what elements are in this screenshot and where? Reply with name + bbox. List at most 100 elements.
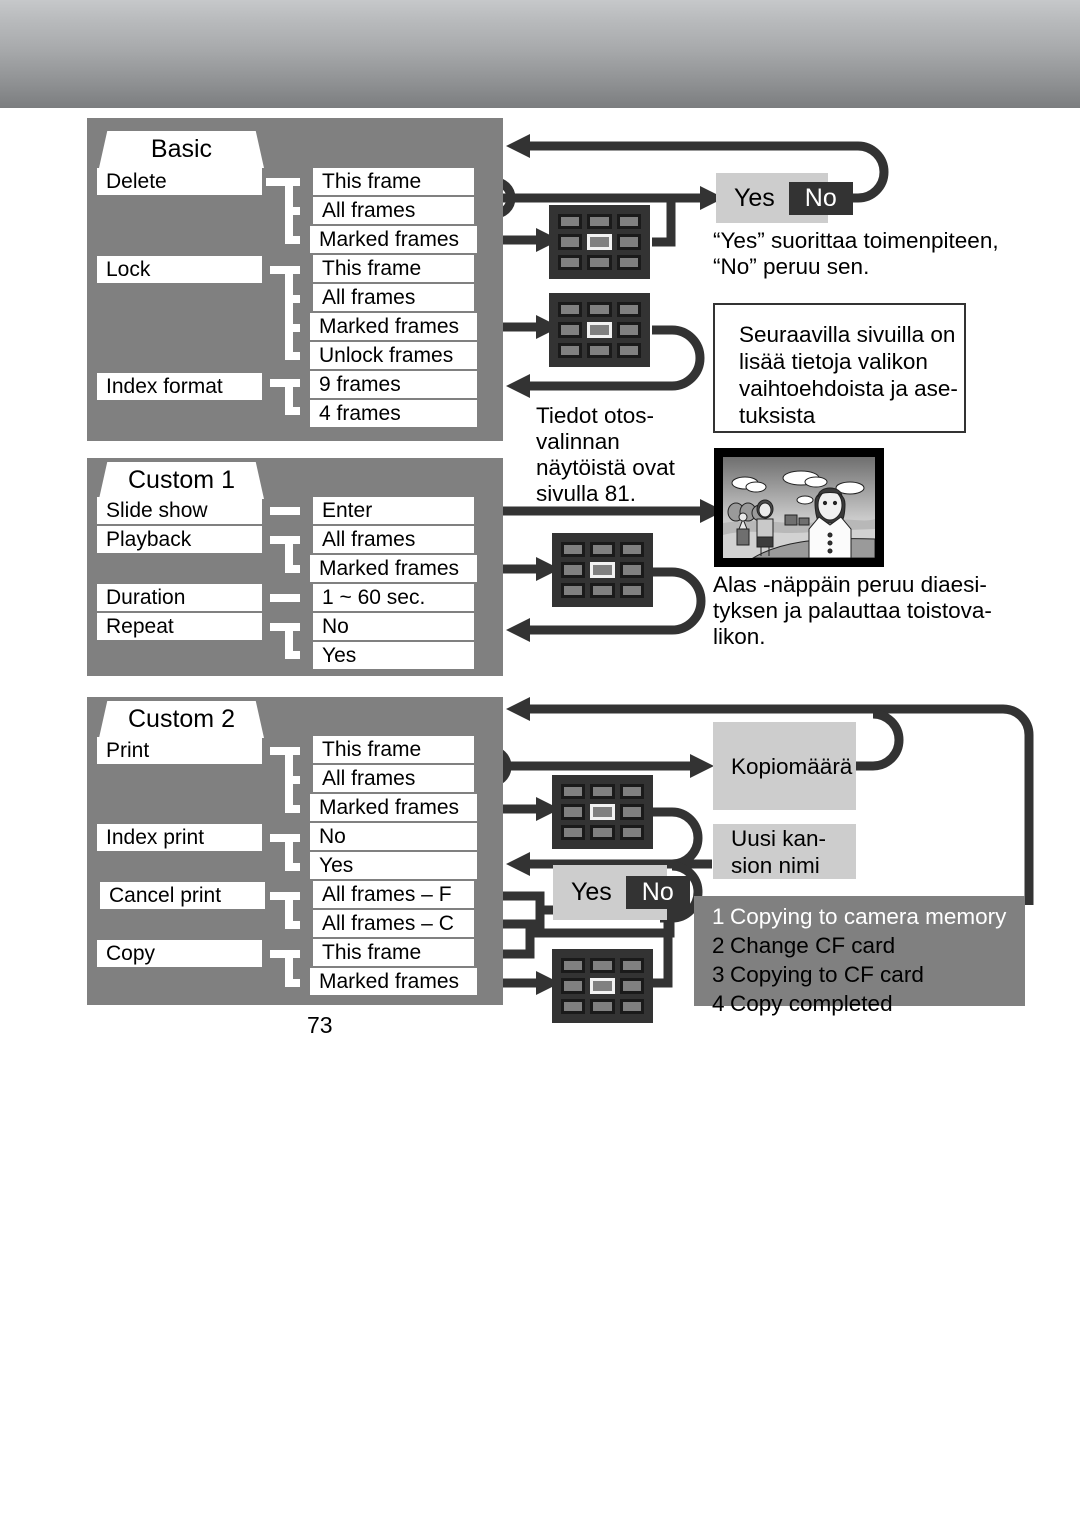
bracket-delete-mid	[285, 207, 300, 215]
option-lock-all-frames[interactable]: All frames	[313, 284, 474, 311]
grid-cell	[616, 234, 641, 250]
menu-item-delete[interactable]: Delete	[97, 168, 262, 195]
option-print-marked-frames[interactable]: Marked frames	[310, 794, 477, 821]
bracket-lock-m2	[285, 324, 300, 332]
grid-cell	[590, 582, 615, 598]
menu-item-print[interactable]: Print	[97, 737, 262, 764]
copies-field[interactable]: Kopiomäärä	[713, 722, 856, 810]
grid-cell	[561, 804, 586, 820]
grid-cell	[619, 958, 644, 974]
index-grid-icon-4	[552, 775, 653, 849]
index-grid-icon-3	[552, 533, 653, 607]
option-cancelprint-all-f[interactable]: All frames – F	[313, 881, 474, 908]
grid-cell-selected	[590, 978, 615, 994]
bracket-repeat-top	[270, 623, 300, 631]
option-index-9-frames[interactable]: 9 frames	[310, 371, 477, 398]
grid-cell	[561, 784, 586, 800]
confirm-dialog-top[interactable]: Yes No	[716, 173, 853, 223]
option-duration-range[interactable]: 1 ~ 60 sec.	[313, 584, 474, 611]
bracket-print-mid	[285, 776, 300, 784]
bracket-playback-top	[270, 536, 300, 544]
option-repeat-yes[interactable]: Yes	[313, 642, 474, 669]
copy-status-label: Copy completed	[730, 991, 893, 1016]
grid-cell	[587, 254, 612, 270]
option-lock-unlock-frames[interactable]: Unlock frames	[310, 342, 477, 369]
menu-item-duration[interactable]: Duration	[97, 584, 262, 611]
option-print-all-frames[interactable]: All frames	[313, 765, 474, 792]
grid-cell	[587, 302, 612, 318]
bracket-indexprint-bot	[285, 863, 300, 871]
copy-status-list: 1 Copying to camera memory 2 Change CF c…	[694, 896, 1025, 1016]
bracket-copy-bot	[285, 979, 300, 987]
grid-cell	[558, 342, 583, 358]
option-delete-this-frame[interactable]: This frame	[313, 168, 474, 195]
new-folder-name-field[interactable]: Uusi kan- sion nimi	[713, 824, 856, 879]
option-copy-this-frame[interactable]: This frame	[313, 939, 474, 966]
grid-cell	[619, 784, 644, 800]
copy-status-row-1: 1 Copying to camera memory	[694, 902, 1025, 931]
grid-cell-selected	[587, 234, 612, 250]
menu-item-copy[interactable]: Copy	[97, 940, 262, 967]
menu-tab-basic[interactable]: Basic	[99, 131, 264, 168]
grid-cell	[561, 562, 586, 578]
option-copy-marked-frames[interactable]: Marked frames	[310, 968, 477, 995]
grid-cell	[619, 824, 644, 840]
index-grid-icon-1	[549, 205, 650, 279]
menu-tab-custom2[interactable]: Custom 2	[99, 701, 264, 738]
menu-item-slide-show[interactable]: Slide show	[97, 497, 262, 524]
option-playback-marked-frames[interactable]: Marked frames	[310, 555, 477, 582]
bracket-delete-left-stub	[266, 178, 274, 186]
option-indexprint-yes[interactable]: Yes	[310, 852, 477, 879]
menu-item-index-print[interactable]: Index print	[97, 824, 262, 851]
option-slideshow-enter[interactable]: Enter	[313, 497, 474, 524]
grid-cell	[558, 302, 583, 318]
grid-cell	[561, 998, 586, 1014]
copy-status-row-2: 2 Change CF card	[694, 931, 1025, 960]
grid-cell	[558, 234, 583, 250]
bracket-print-bot	[285, 805, 300, 813]
bracket-lock-top	[270, 266, 300, 274]
grid-cell	[616, 342, 641, 358]
bracket-cancelprint-bot	[285, 921, 300, 929]
grid-cell	[590, 824, 615, 840]
option-cancelprint-all-c[interactable]: All frames – C	[313, 910, 474, 937]
menu-item-cancel-print[interactable]: Cancel print	[100, 882, 265, 909]
option-lock-this-frame[interactable]: This frame	[313, 255, 474, 282]
confirm-dialog-bottom[interactable]: Yes No	[553, 865, 690, 920]
menu-tab-custom1[interactable]: Custom 1	[99, 462, 264, 499]
option-playback-all-frames[interactable]: All frames	[313, 526, 474, 553]
bracket-copy-top	[270, 950, 300, 958]
option-delete-marked-frames[interactable]: Marked frames	[310, 226, 477, 253]
bracket-playback-bot	[285, 565, 300, 573]
option-indexprint-no[interactable]: No	[310, 823, 477, 850]
grid-cell	[558, 322, 583, 338]
menu-item-playback[interactable]: Playback	[97, 526, 262, 553]
menu-item-index-format[interactable]: Index format	[97, 373, 262, 400]
bracket-slideshow-dash	[270, 507, 300, 515]
copy-status-label: Copying to CF card	[730, 962, 924, 987]
info-note-box: Seuraavilla sivuilla on lisää tietoja va…	[713, 303, 966, 433]
option-lock-marked-frames[interactable]: Marked frames	[310, 313, 477, 340]
copy-status-label: Change CF card	[730, 933, 896, 958]
copy-status-row-4: 4 Copy completed	[694, 989, 1025, 1018]
grid-cell	[619, 804, 644, 820]
copy-status-number: 3	[712, 962, 725, 987]
menu-item-repeat[interactable]: Repeat	[97, 613, 262, 640]
grid-cell-selected	[590, 562, 615, 578]
option-print-this-frame[interactable]: This frame	[313, 736, 474, 763]
copy-status-number: 2	[712, 933, 725, 958]
menu-item-lock[interactable]: Lock	[97, 256, 262, 283]
option-index-4-frames[interactable]: 4 frames	[310, 400, 477, 427]
confirm-no-selected-bottom[interactable]: No	[625, 876, 690, 909]
bracket-index-top	[270, 379, 300, 387]
option-delete-all-frames[interactable]: All frames	[313, 197, 474, 224]
grid-cell	[558, 254, 583, 270]
info-note-text: Seuraavilla sivuilla on lisää tietoja va…	[739, 322, 958, 428]
confirm-no-selected[interactable]: No	[788, 181, 853, 215]
confirm-yes-label[interactable]: Yes	[716, 184, 789, 213]
confirm-yes-label-bottom[interactable]: Yes	[553, 878, 626, 907]
copy-status-number: 4	[712, 991, 725, 1016]
bracket-delete-top	[270, 178, 300, 186]
option-repeat-no[interactable]: No	[313, 613, 474, 640]
copy-status-number: 1	[712, 904, 725, 929]
